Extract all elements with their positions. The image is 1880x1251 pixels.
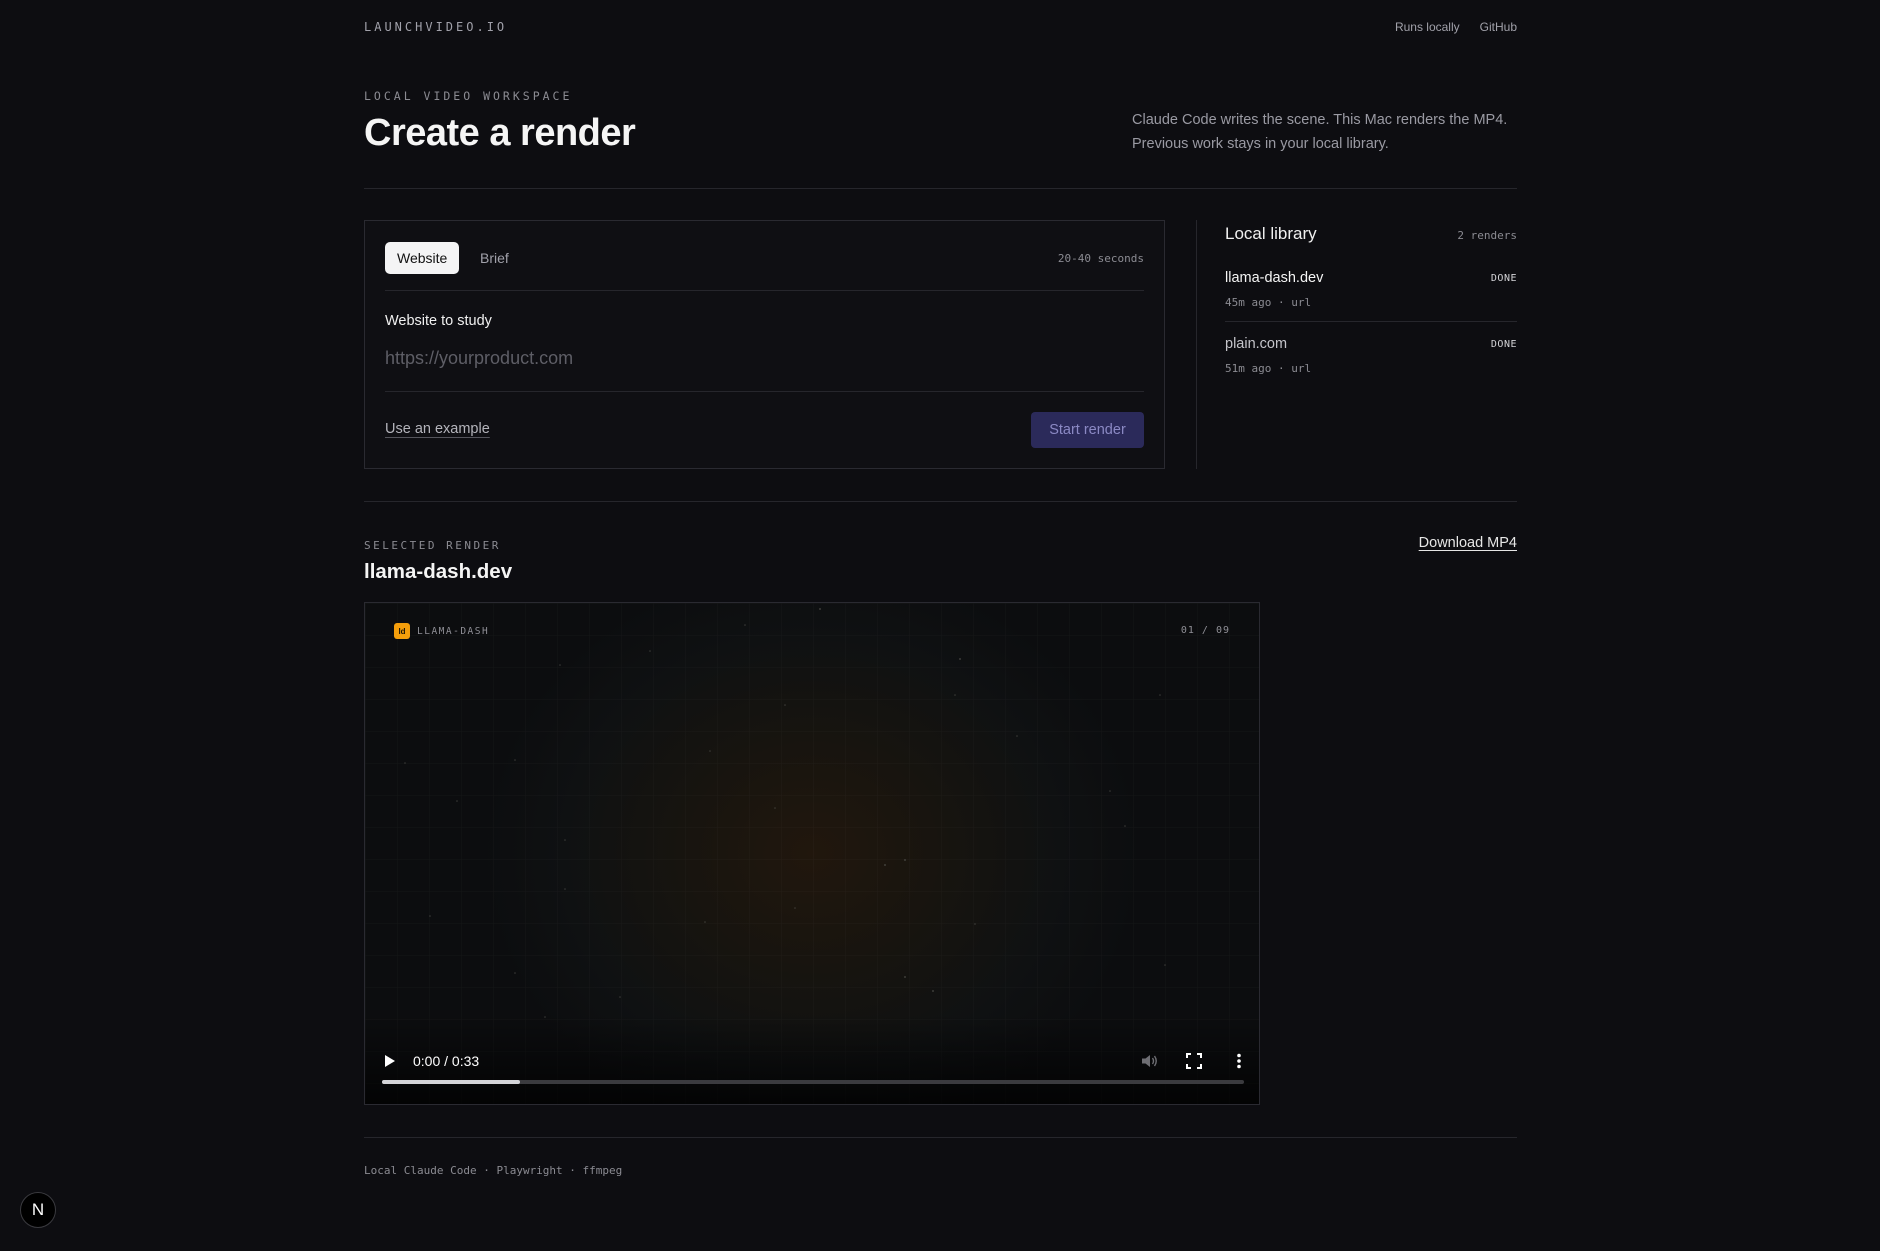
library-item[interactable]: llama-dash.dev 45m ago · url DONE bbox=[1225, 270, 1517, 336]
scene-counter: 01 / 09 bbox=[1180, 625, 1230, 636]
divider bbox=[364, 501, 1517, 502]
page-eyebrow: LOCAL VIDEO WORKSPACE bbox=[364, 89, 573, 103]
video-buffered-fill bbox=[382, 1080, 520, 1084]
library-item-meta: 45m ago · url bbox=[1225, 296, 1312, 309]
selected-eyebrow: SELECTED RENDER bbox=[364, 539, 501, 552]
video-brand: ld LLAMA-DASH bbox=[394, 623, 489, 639]
library-item-name: plain.com bbox=[1225, 336, 1288, 352]
website-field-label: Website to study bbox=[385, 313, 492, 329]
website-url-input[interactable] bbox=[385, 343, 1144, 373]
brand-logo[interactable]: LAUNCHVIDEO.IO bbox=[364, 20, 507, 34]
download-mp4-link[interactable]: Download MP4 bbox=[1419, 535, 1517, 551]
page-title: Create a render bbox=[364, 112, 636, 154]
use-example-link[interactable]: Use an example bbox=[385, 421, 490, 437]
divider bbox=[364, 1137, 1517, 1138]
render-form-card: Website Brief 20-40 seconds Website to s… bbox=[364, 220, 1165, 469]
library-item-meta: 51m ago · url bbox=[1225, 362, 1312, 375]
video-progress-bar[interactable] bbox=[382, 1080, 1244, 1084]
volume-muted-icon[interactable] bbox=[1139, 1051, 1159, 1071]
divider bbox=[385, 290, 1144, 291]
more-options-icon[interactable] bbox=[1229, 1051, 1249, 1071]
tab-website[interactable]: Website bbox=[385, 242, 460, 274]
selected-render-title: llama-dash.dev bbox=[364, 560, 513, 583]
input-underline bbox=[385, 391, 1144, 392]
duration-hint: 20-40 seconds bbox=[1057, 252, 1144, 265]
library-item[interactable]: plain.com 51m ago · url DONE bbox=[1225, 336, 1517, 402]
nav-links: Runs locally GitHub bbox=[1395, 20, 1517, 34]
video-controls: 0:00 / 0:33 bbox=[365, 1034, 1259, 1104]
status-badge: DONE bbox=[1490, 273, 1517, 284]
status-badge: DONE bbox=[1490, 339, 1517, 350]
llama-dash-logo-icon: ld bbox=[394, 623, 410, 639]
play-icon[interactable] bbox=[379, 1051, 399, 1071]
divider bbox=[1196, 220, 1197, 469]
library-count: 2 renders bbox=[1457, 229, 1517, 242]
video-brand-name: LLAMA-DASH bbox=[417, 625, 490, 637]
dev-tools-badge[interactable]: N bbox=[20, 1192, 56, 1228]
library-title: Local library bbox=[1225, 224, 1317, 243]
nav-link-github[interactable]: GitHub bbox=[1480, 20, 1517, 34]
video-player[interactable]: ld LLAMA-DASH 01 / 09 0:00 / 0:33 bbox=[364, 602, 1260, 1105]
start-render-button[interactable]: Start render bbox=[1031, 412, 1144, 448]
top-nav: LAUNCHVIDEO.IO Runs locally GitHub bbox=[364, 20, 1517, 36]
nav-link-runs-locally[interactable]: Runs locally bbox=[1395, 20, 1460, 34]
video-time: 0:00 / 0:33 bbox=[413, 1053, 480, 1069]
divider bbox=[364, 188, 1517, 189]
tab-brief[interactable]: Brief bbox=[480, 242, 509, 274]
fullscreen-icon[interactable] bbox=[1184, 1051, 1204, 1071]
footer-credits: Local Claude Code · Playwright · ffmpeg bbox=[364, 1164, 623, 1177]
page-intro: Claude Code writes the scene. This Mac r… bbox=[1132, 112, 1508, 152]
divider bbox=[1225, 321, 1517, 322]
library-item-name: llama-dash.dev bbox=[1225, 270, 1324, 286]
